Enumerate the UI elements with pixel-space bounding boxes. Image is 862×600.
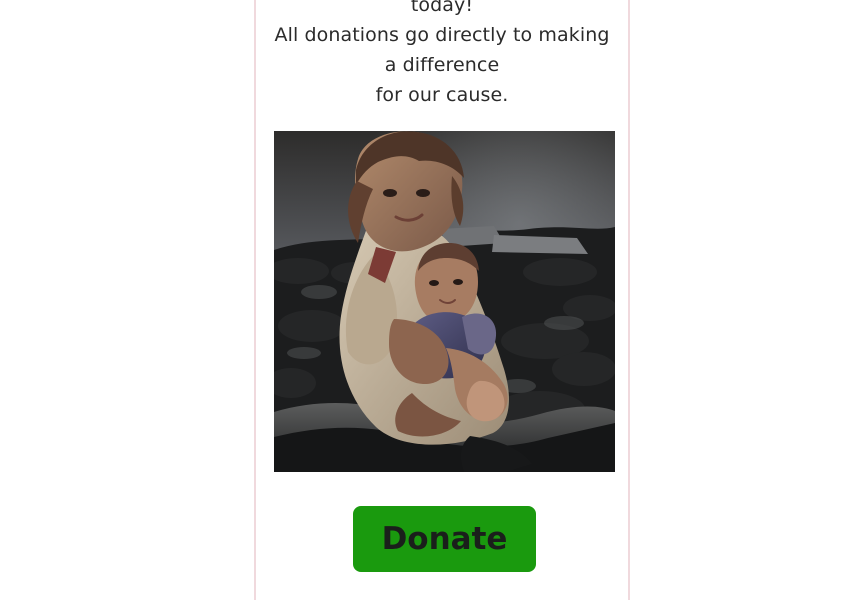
- message-line-1: today!: [410, 0, 474, 16]
- donate-button[interactable]: Donate: [353, 506, 536, 572]
- donation-message: today! All donations go directly to maki…: [256, 0, 628, 110]
- message-line-3: a difference: [384, 54, 500, 76]
- donation-card: today! All donations go directly to maki…: [254, 0, 630, 600]
- children-photo: [274, 131, 615, 472]
- message-line-4: for our cause.: [375, 84, 509, 106]
- message-line-2: All donations go directly to making: [274, 24, 610, 46]
